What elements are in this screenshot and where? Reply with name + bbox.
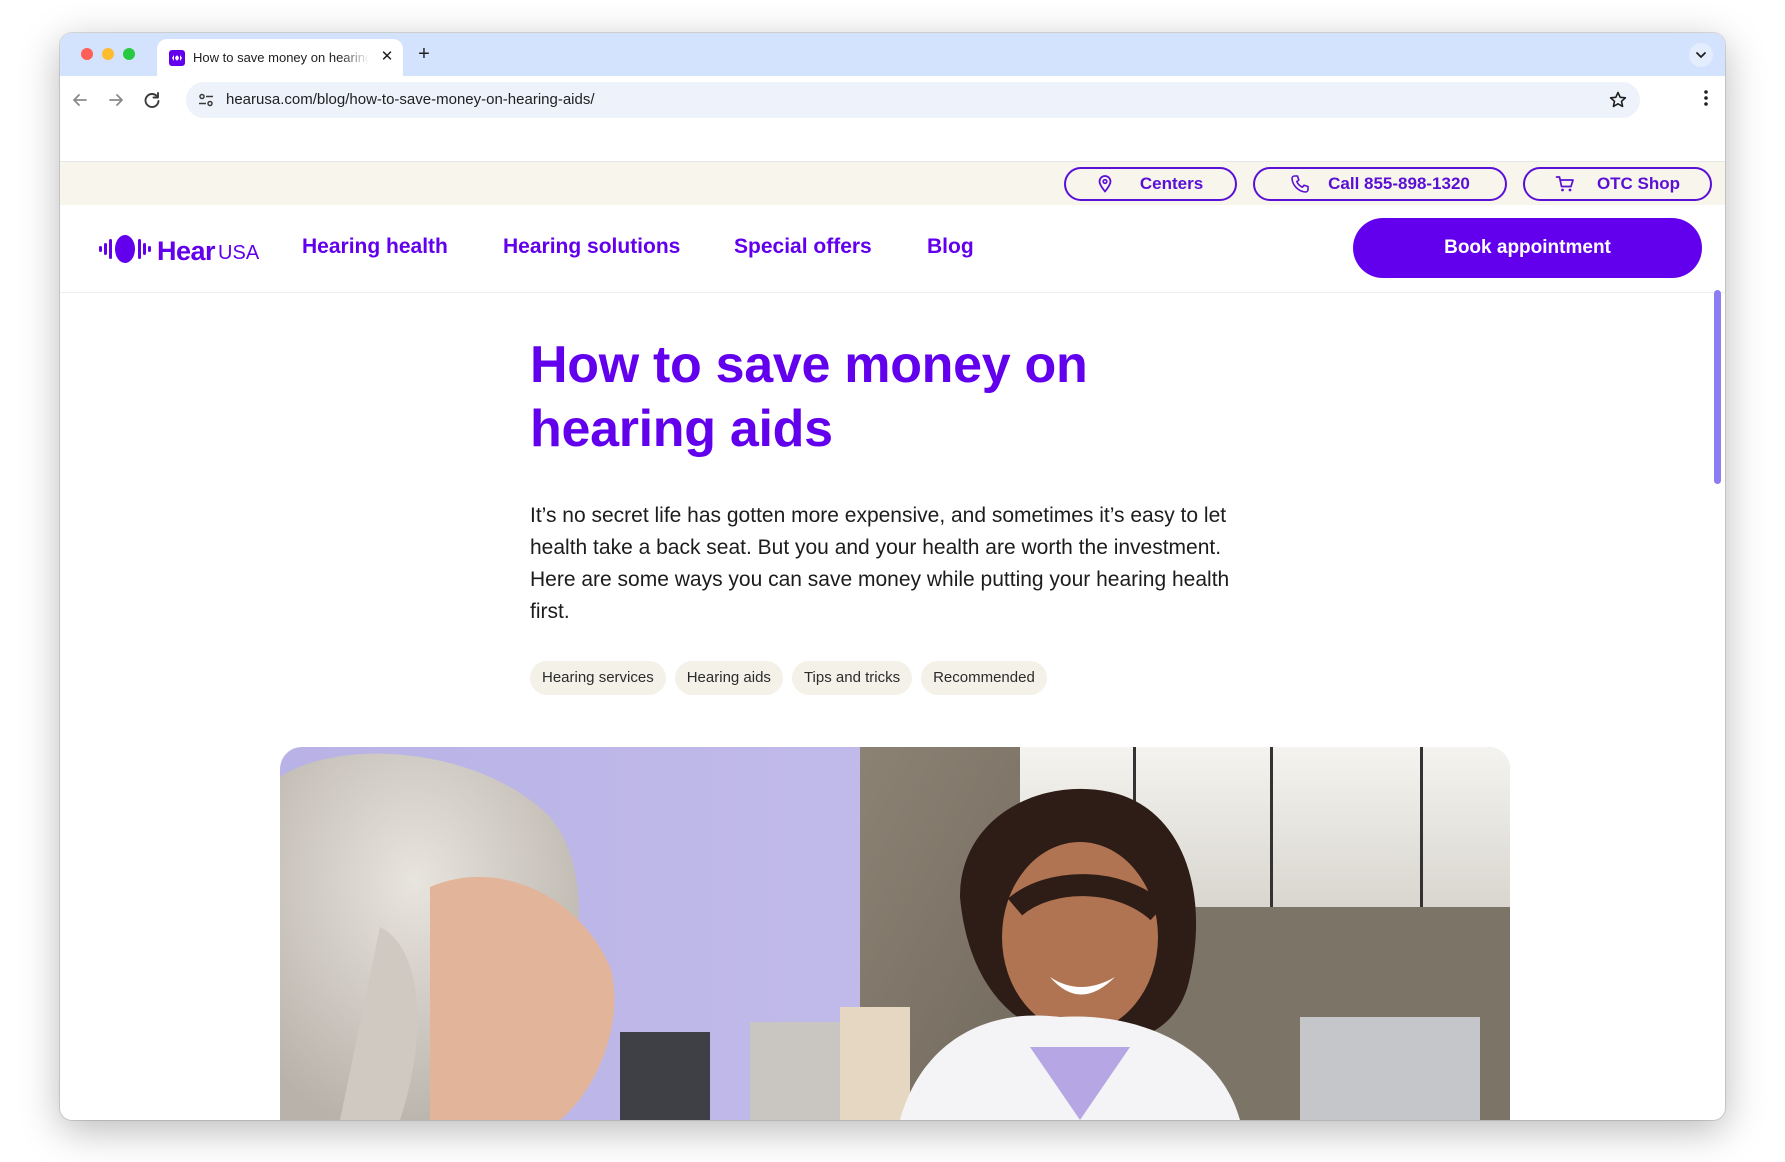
browser-window: How to save money on hearing aids ✕ + — [60, 33, 1725, 1120]
hearusa-logo[interactable]: Hear USA — [99, 234, 259, 269]
tab-strip: How to save money on hearing aids ✕ + — [60, 33, 1725, 76]
otc-shop-label: OTC Shop — [1596, 174, 1681, 193]
location-pin-icon — [1098, 175, 1112, 193]
tag-hearing-aids[interactable]: Hearing aids — [674, 661, 783, 695]
book-appointment-button[interactable]: Book appointment — [1353, 218, 1702, 278]
nav-hearing-health[interactable]: Hearing health — [302, 235, 448, 259]
tag-hearing-services[interactable]: Hearing services — [530, 661, 666, 695]
cart-icon — [1555, 175, 1575, 193]
tag-list: Hearing services Hearing aids Tips and t… — [530, 661, 1270, 695]
tag-tips-and-tricks[interactable]: Tips and tricks — [791, 661, 913, 695]
nav-blog[interactable]: Blog — [927, 235, 974, 259]
minimize-window-button[interactable] — [102, 48, 114, 60]
phone-icon — [1290, 174, 1310, 194]
menu-kebab-icon[interactable] — [1703, 88, 1709, 113]
centers-label: Centers — [1139, 174, 1204, 193]
hearusa-favicon-icon — [169, 50, 185, 66]
url-path: /blog/how-to-save-money-on-hearing-aids/ — [312, 91, 595, 108]
bookmark-star-icon[interactable] — [1608, 90, 1628, 115]
logo-usa-text: USA — [218, 242, 260, 264]
main-navigation: Hear USA Hearing health Hearing solution… — [60, 205, 1725, 293]
call-label: Call 855-898-1320 — [1328, 174, 1470, 193]
call-button[interactable]: Call 855-898-1320 — [1253, 167, 1507, 201]
close-tab-icon[interactable]: ✕ — [377, 47, 397, 67]
utility-bar: Centers Call 855-898-1320 OTC Shop — [60, 162, 1725, 205]
browser-toolbar: hearusa.com/blog/how-to-save-money-on-he… — [60, 76, 1725, 124]
back-arrow-icon[interactable] — [68, 88, 92, 112]
url-domain: hearusa.com — [226, 91, 313, 108]
page-scrollbar[interactable] — [1714, 290, 1721, 484]
reload-icon[interactable] — [140, 88, 164, 112]
article-header: How to save money on hearing aids It’s n… — [530, 333, 1270, 695]
site-settings-icon[interactable] — [198, 92, 214, 113]
tag-recommended[interactable]: Recommended — [921, 661, 1047, 695]
maximize-window-button[interactable] — [123, 48, 135, 60]
article-title: How to save money on hearing aids — [530, 336, 1088, 458]
tab-search-icon[interactable] — [1689, 43, 1713, 67]
new-tab-button[interactable]: + — [412, 43, 436, 67]
forward-arrow-icon[interactable] — [104, 88, 128, 112]
nav-hearing-solutions[interactable]: Hearing solutions — [503, 235, 680, 259]
url-text: hearusa.com/blog/how-to-save-money-on-he… — [226, 91, 595, 108]
logo-hear-text: Hear — [157, 236, 216, 266]
soundwave-logo-icon — [99, 234, 151, 269]
address-bar[interactable]: hearusa.com/blog/how-to-save-money-on-he… — [186, 82, 1640, 118]
close-window-button[interactable] — [81, 48, 93, 60]
article-intro: It’s no secret life has gotten more expe… — [530, 504, 1230, 623]
nav-special-offers[interactable]: Special offers — [734, 235, 872, 259]
otc-shop-button[interactable]: OTC Shop — [1523, 167, 1712, 201]
centers-button[interactable]: Centers — [1064, 167, 1237, 201]
tab-title: How to save money on hearing aids — [193, 50, 369, 65]
active-tab[interactable]: How to save money on hearing aids ✕ — [157, 39, 403, 76]
hero-image — [280, 747, 1510, 1120]
